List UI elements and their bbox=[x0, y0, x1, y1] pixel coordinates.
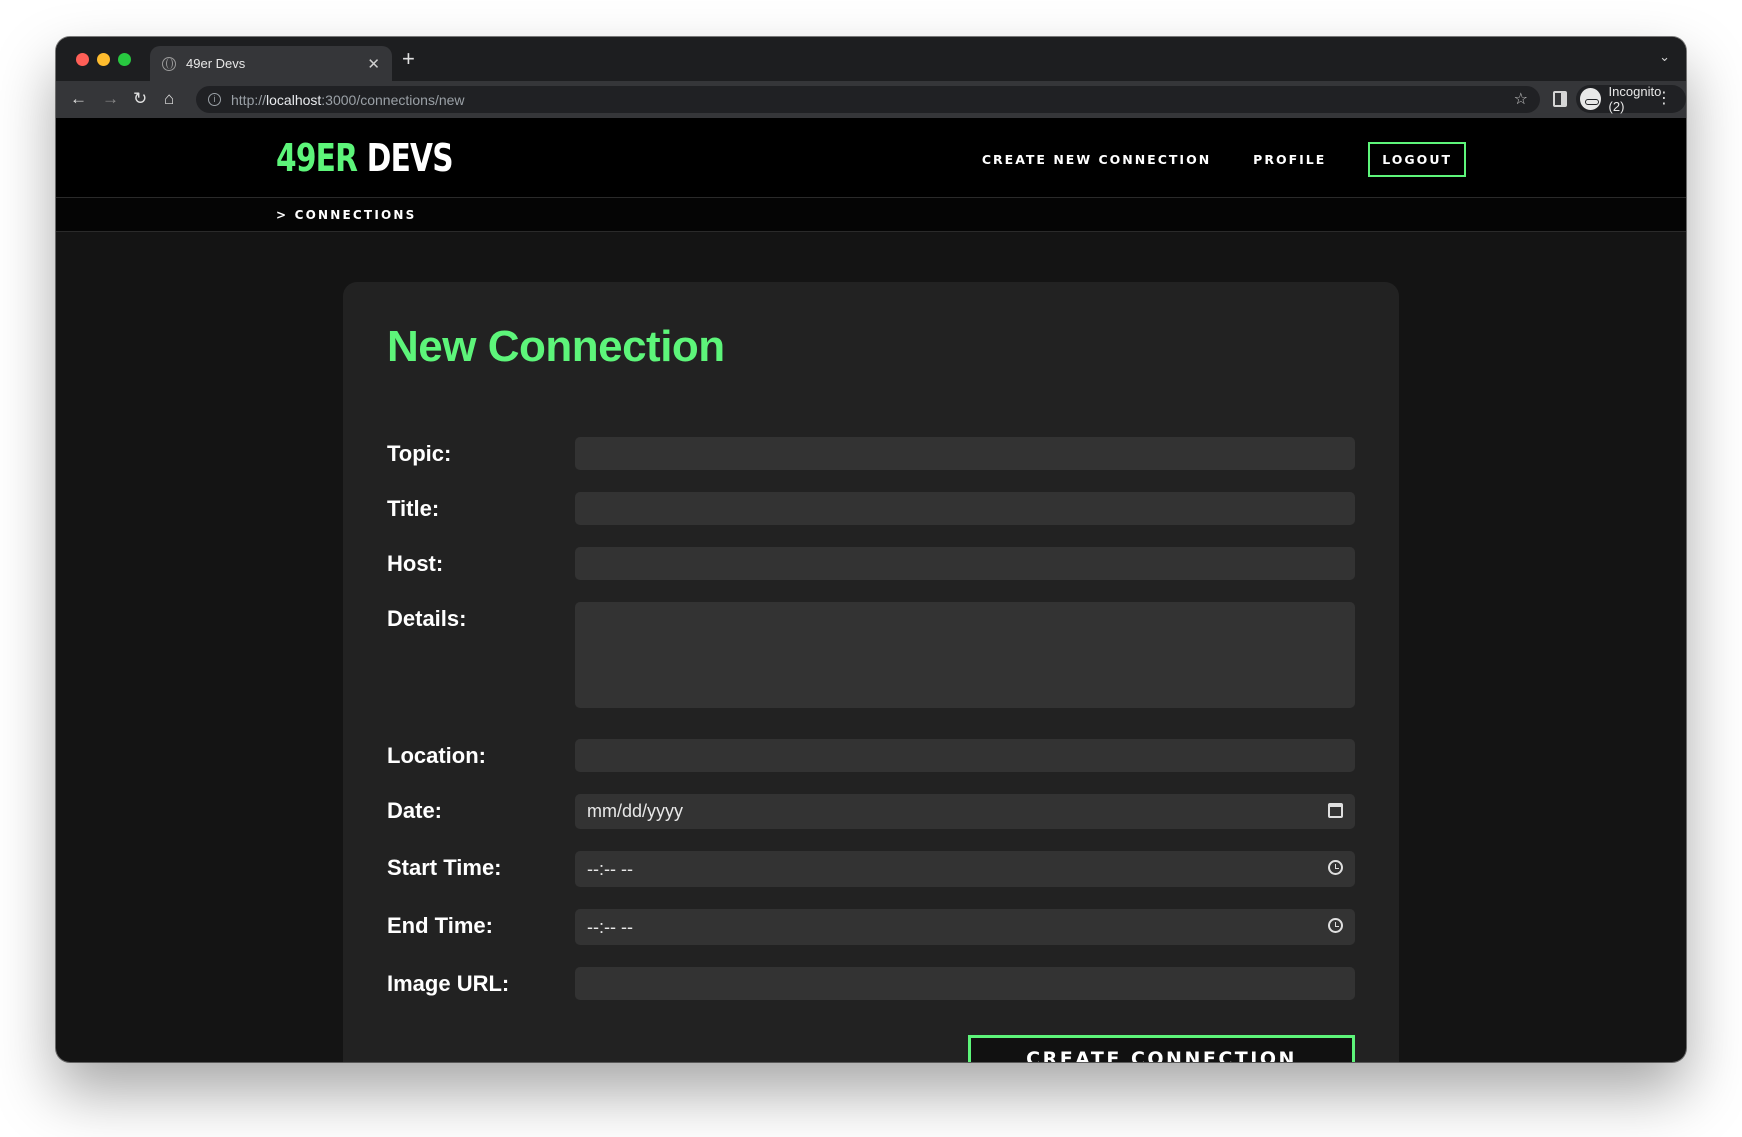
location-label: Location: bbox=[387, 743, 486, 768]
details-textarea[interactable] bbox=[575, 602, 1355, 708]
reload-icon[interactable]: ↻ bbox=[133, 89, 147, 109]
topic-input[interactable] bbox=[575, 437, 1355, 470]
address-bar[interactable]: i http://localhost:3000/connections/new … bbox=[196, 86, 1540, 113]
image-url-input[interactable] bbox=[575, 967, 1355, 1000]
logo-word: DEVS bbox=[357, 136, 454, 180]
nav-profile-link[interactable]: PROFILE bbox=[1253, 152, 1326, 167]
home-icon[interactable]: ⌂ bbox=[164, 89, 174, 109]
date-placeholder: mm/dd/yyyy bbox=[587, 801, 684, 821]
incognito-icon bbox=[1580, 88, 1601, 110]
close-window-button[interactable] bbox=[76, 53, 89, 66]
title-input[interactable] bbox=[575, 492, 1355, 525]
page-title: New Connection bbox=[387, 322, 725, 371]
maximize-window-button[interactable] bbox=[118, 53, 131, 66]
site-header: 49ER DEVS CREATE NEW CONNECTION PROFILE … bbox=[56, 118, 1686, 198]
create-connection-button[interactable]: CREATE CONNECTION bbox=[968, 1035, 1355, 1062]
logout-button[interactable]: LOGOUT bbox=[1368, 142, 1466, 177]
calendar-icon[interactable] bbox=[1328, 803, 1343, 818]
new-connection-card: New Connection Topic: Title: Host: Detai… bbox=[343, 282, 1399, 1062]
topic-label: Topic: bbox=[387, 441, 452, 466]
host-label: Host: bbox=[387, 551, 444, 576]
end-time-label: End Time: bbox=[387, 913, 493, 938]
globe-icon bbox=[162, 56, 176, 71]
side-panel-icon[interactable] bbox=[1553, 91, 1567, 107]
nav-create-connection-link[interactable]: CREATE NEW CONNECTION bbox=[982, 152, 1211, 167]
end-time-placeholder: --:-- -- bbox=[587, 916, 633, 937]
url-host: localhost bbox=[266, 91, 322, 108]
logo-number: 49ER bbox=[276, 136, 358, 180]
tab-strip: 49er Devs ✕ + ⌄ bbox=[56, 37, 1686, 81]
chevron-down-icon[interactable]: ⌄ bbox=[1659, 49, 1670, 65]
url-scheme: http:// bbox=[231, 91, 267, 108]
browser-toolbar: ← → ↻ ⌂ i http://localhost:3000/connecti… bbox=[56, 81, 1686, 118]
new-tab-button[interactable]: + bbox=[402, 48, 415, 70]
start-time-placeholder: --:-- -- bbox=[587, 858, 633, 879]
image-url-label: Image URL: bbox=[387, 971, 510, 996]
date-input[interactable]: mm/dd/yyyy bbox=[575, 794, 1355, 829]
forward-arrow-icon[interactable]: → bbox=[102, 89, 119, 109]
more-menu-icon[interactable]: ⋮ bbox=[1656, 90, 1672, 108]
browser-tab[interactable]: 49er Devs ✕ bbox=[150, 46, 392, 81]
info-icon[interactable]: i bbox=[208, 93, 221, 106]
clock-icon[interactable] bbox=[1328, 860, 1343, 875]
url-path: :3000/connections/new bbox=[321, 91, 465, 108]
back-arrow-icon[interactable]: ← bbox=[70, 89, 87, 109]
location-input[interactable] bbox=[575, 739, 1355, 772]
site-nav: CREATE NEW CONNECTION PROFILE LOGOUT bbox=[940, 142, 1466, 177]
breadcrumb[interactable]: > CONNECTIONS bbox=[276, 208, 416, 222]
breadcrumb-bar: > CONNECTIONS bbox=[56, 198, 1686, 232]
date-label: Date: bbox=[387, 798, 443, 823]
tab-title: 49er Devs bbox=[186, 56, 246, 71]
start-time-input[interactable]: --:-- -- bbox=[575, 851, 1355, 887]
details-label: Details: bbox=[387, 606, 467, 631]
bookmark-star-icon[interactable]: ☆ bbox=[1514, 89, 1528, 109]
minimize-window-button[interactable] bbox=[97, 53, 110, 66]
start-time-label: Start Time: bbox=[387, 855, 502, 880]
end-time-input[interactable]: --:-- -- bbox=[575, 909, 1355, 945]
title-label: Title: bbox=[387, 496, 440, 521]
close-tab-icon[interactable]: ✕ bbox=[367, 55, 380, 73]
host-input[interactable] bbox=[575, 547, 1355, 580]
browser-window: 49er Devs ✕ + ⌄ ← → ↻ ⌂ i http://localho… bbox=[56, 37, 1686, 1062]
clock-icon[interactable] bbox=[1328, 918, 1343, 933]
site-logo[interactable]: 49ER DEVS bbox=[276, 136, 454, 180]
